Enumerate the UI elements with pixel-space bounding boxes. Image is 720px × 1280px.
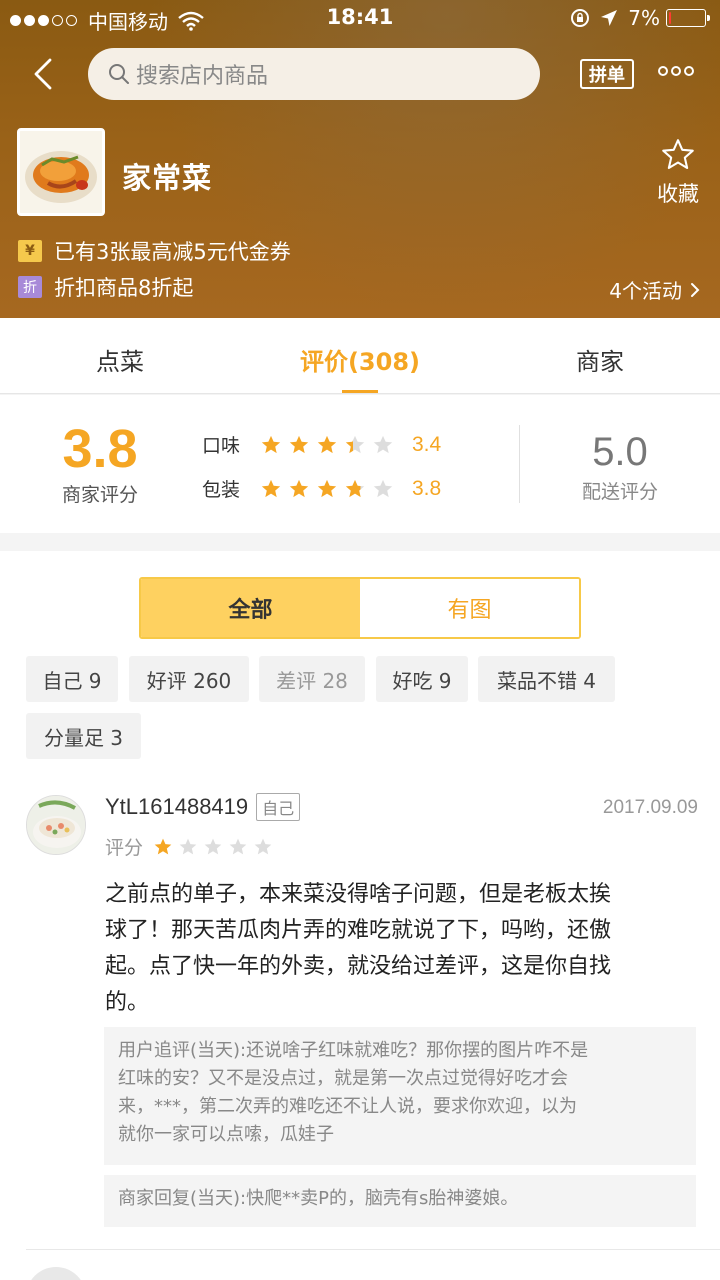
review-username: YtL161488419 自己 [105,793,301,821]
discount-tag-icon: 折 [18,276,42,298]
activities-label: 4个活动 [609,279,682,303]
battery-icon [666,9,710,27]
status-bar: 中国移动 18:41 7% [0,0,720,36]
chip-tasty[interactable]: 好吃 9 [376,656,468,702]
packaging-stars [260,478,400,500]
tab-bar: 点菜 评价(308) 商家 [0,318,720,394]
review-divider [26,1249,720,1250]
back-arrow-icon[interactable] [28,56,58,92]
activities-link[interactable]: 4个活动 [609,275,702,304]
avatar[interactable] [26,795,86,855]
delivery-score-value: 5.0 [592,430,648,474]
reviews-panel: 全部 有图 自己 9 好评 260 差评 28 好吃 9 菜品不错 4 分量足 … [0,551,720,1280]
rotation-lock-icon [571,9,590,27]
star-empty-icon [179,838,197,854]
taste-stars [260,434,400,456]
packaging-label: 包装 [202,479,241,501]
star-filled-icon [261,435,281,453]
merchant-score-label: 商家评分 [61,484,138,506]
store-thumbnail [17,128,105,216]
followup-line: 就你一家可以点嗦，瓜娃子 [118,1124,334,1145]
favorite-button[interactable]: 收藏 [650,138,706,208]
star-half-icon [345,479,365,497]
merchant-score-value: 3.8 [62,419,138,479]
divider [519,425,520,503]
delivery-score-label: 配送评分 [581,481,658,503]
followup-line: 红味的安？又不是没点过，就是第一次点过觉得好吃才会 [118,1068,568,1089]
favorite-label: 收藏 [657,182,699,206]
followup-line: 用户追评(当天):还说啥子红味就难吃？那你摆的图片咋不是 [118,1040,589,1061]
merchant-reply: 商家回复(当天):快爬**卖P的，脑壳有s胎神婆娘。 [104,1175,696,1227]
star-outline-icon [662,139,694,170]
star-empty-icon [204,838,222,854]
taste-value: 3.4 [412,432,442,456]
review-rating: 评分 [105,833,278,860]
followup-review: 用户追评(当天):还说啥子红味就难吃？那你摆的图片咋不是 红味的安？又不是没点过… [104,1027,696,1165]
segment-all[interactable]: 全部 [141,579,360,637]
star-filled-icon [289,435,309,453]
delivery-score: 5.0 配送评分 [560,429,680,504]
packaging-rating: 包装 3.8 [202,475,441,502]
review-text-line: 的。 [105,990,150,1015]
review-stars [153,837,278,857]
voucher-tag-icon: ¥ [18,240,42,262]
search-icon [109,64,129,84]
tab-order[interactable]: 点菜 [60,342,180,377]
star-empty-icon [229,838,247,854]
review-date: 2017.09.09 [602,797,698,818]
self-badge: 自己 [256,793,301,821]
battery-percent: 7% [628,6,660,30]
username-text: YtL161488419 [105,794,249,819]
discount-promo: 折 折扣商品8折起 [18,272,193,302]
merchant-reply-text: 商家回复(当天):快爬**卖P的，脑壳有s胎神婆娘。 [118,1188,519,1209]
tab-merchant[interactable]: 商家 [540,342,660,377]
followup-line: 来，***，第二次弄的难吃还不让人说，要求你欢迎，以为 [118,1096,577,1117]
chip-positive[interactable]: 好评 260 [129,656,249,702]
star-filled-icon [154,838,172,854]
voucher-promo: ¥ 已有3张最高减5元代金券 [18,236,291,266]
search-input[interactable]: 搜索店内商品 [88,48,540,100]
discount-promo-text: 折扣商品8折起 [54,276,194,300]
avatar[interactable] [26,1267,86,1280]
star-filled-icon [317,435,337,453]
search-placeholder: 搜索店内商品 [136,64,269,89]
tab-reviews[interactable]: 评价(308) [280,342,440,377]
tab-active-indicator [342,390,378,393]
star-empty-icon [373,479,393,497]
voucher-promo-text: 已有3张最高减5元代金券 [54,240,291,264]
store-name: 家常菜 [122,161,213,195]
star-filled-icon [261,479,281,497]
review-filter-segment: 全部 有图 [139,577,581,639]
more-options-icon[interactable] [658,66,697,76]
group-order-button[interactable]: 拼单 [580,59,634,89]
segment-with-photos[interactable]: 有图 [360,579,579,637]
review-text-line: 球了！那天苦瓜肉片弄的难吃就说了下，吗哟，还傲 [105,918,612,943]
taste-label: 口味 [202,435,241,457]
packaging-value: 3.8 [412,476,442,500]
star-empty-icon [254,838,272,854]
chevron-right-icon [691,282,700,297]
rating-summary: 3.8 商家评分 口味 3.4 包装 3.8 5.0 配送评分 [0,395,720,533]
chip-good-dishes[interactable]: 菜品不错 4 [478,656,615,702]
taste-rating: 口味 3.4 [202,431,441,458]
chip-generous-portion[interactable]: 分量足 3 [26,713,141,759]
chip-self[interactable]: 自己 9 [26,656,118,702]
chip-negative[interactable]: 差评 28 [259,656,365,702]
location-icon [601,10,618,26]
star-half-icon [345,435,365,453]
star-filled-icon [289,479,309,497]
store-header: 中国移动 18:41 7% 搜索店内商品 拼单 家常菜 收藏 ¥ 已有3张最高减… [0,0,720,318]
review-rating-label: 评分 [105,837,144,859]
review-text-line: 起。点了快一年的外卖，就没给过差评，这是你自找 [105,954,612,979]
review-text-line: 之前点的单子，本来菜没得啥子问题，但是老板太挨 [105,882,612,907]
merchant-score: 3.8 商家评分 [40,420,160,507]
review-text: 之前点的单子，本来菜没得啥子问题，但是老板太挨 球了！那天苦瓜肉片弄的难吃就说了… [105,877,685,1021]
star-empty-icon [373,435,393,453]
star-filled-icon [317,479,337,497]
